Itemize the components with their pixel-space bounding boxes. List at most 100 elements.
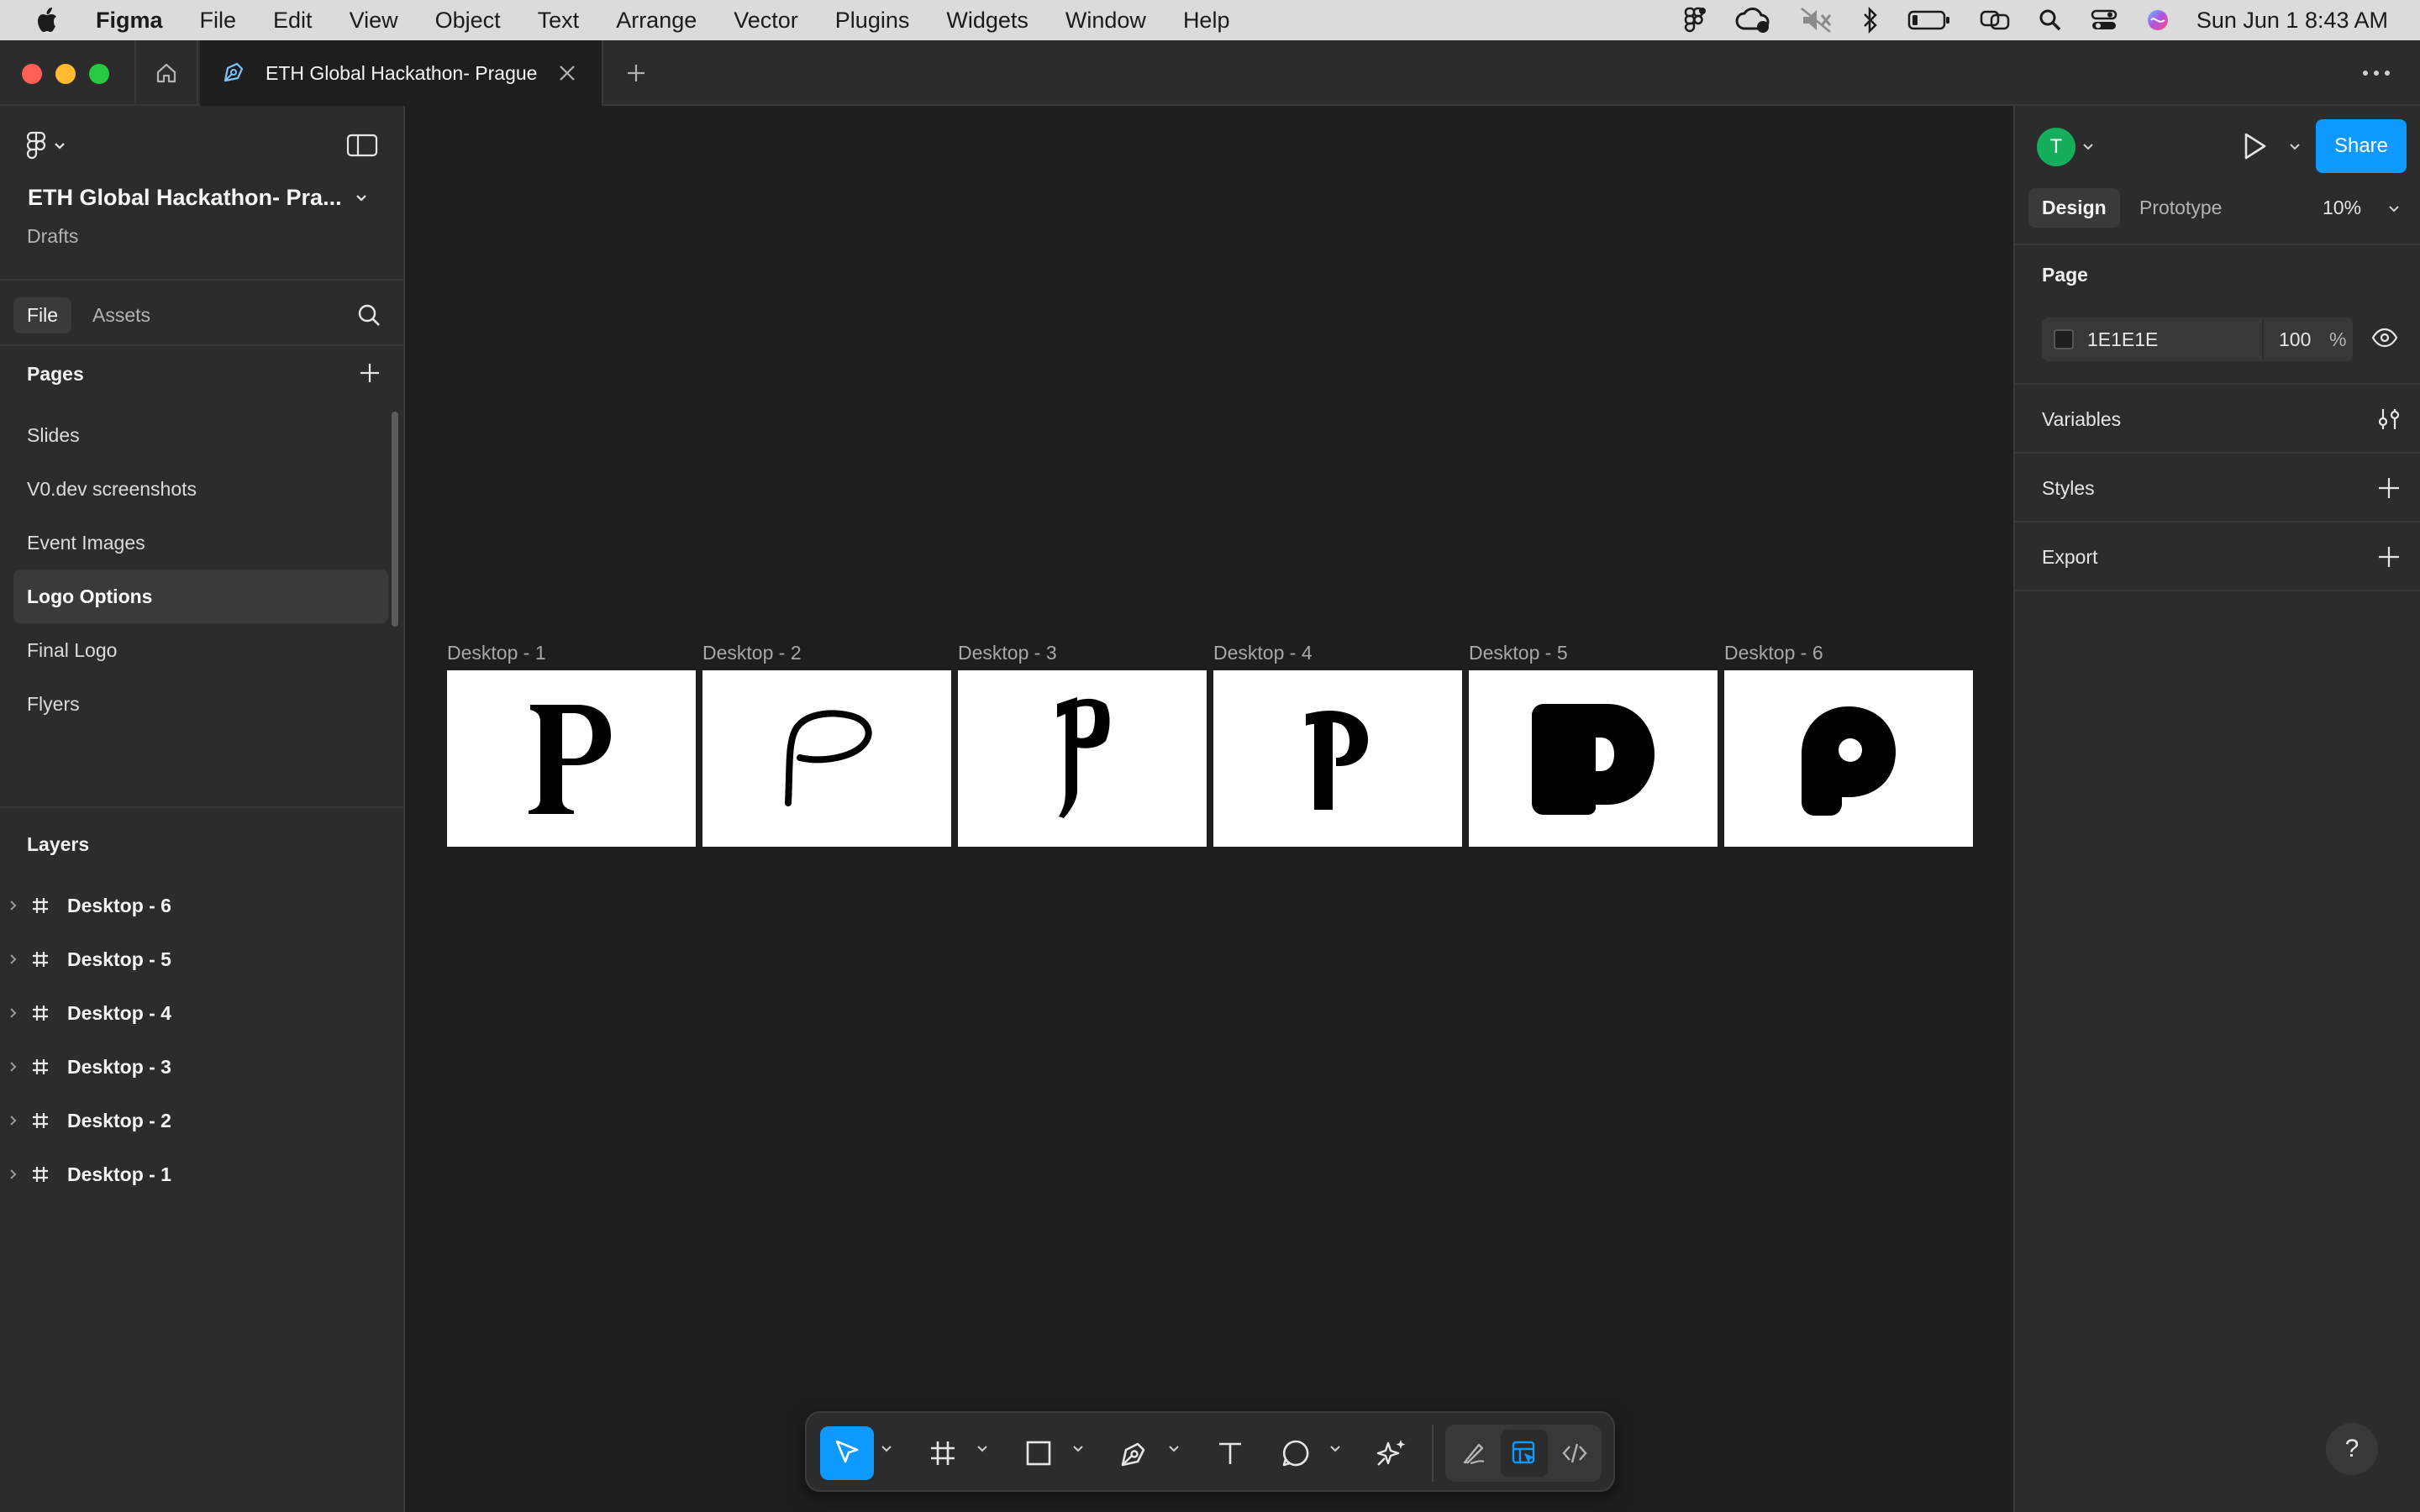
layer-row[interactable]: Desktop - 6 (0, 879, 403, 932)
spotlight-search-icon[interactable] (2039, 8, 2062, 32)
pen-tool-button[interactable] (1107, 1426, 1161, 1480)
add-export-icon[interactable] (2376, 544, 2402, 570)
chevron-down-icon[interactable] (2289, 143, 2301, 151)
tab-prototype[interactable]: Prototype (2139, 197, 2222, 219)
dev-mode-button[interactable] (1551, 1430, 1598, 1477)
comment-tool-chevron-icon[interactable] (1329, 1445, 1341, 1453)
frame-desktop-5[interactable] (1469, 670, 1718, 847)
menu-object[interactable]: Object (435, 8, 501, 34)
frame-label[interactable]: Desktop - 4 (1213, 642, 1313, 664)
apple-icon[interactable] (35, 5, 62, 35)
battery-icon[interactable] (1907, 8, 1951, 32)
bluetooth-icon[interactable] (1862, 7, 1879, 34)
tab-design[interactable]: Design (2028, 188, 2120, 228)
zoom-level[interactable]: 10% (2323, 197, 2361, 219)
figma-status-icon[interactable] (1684, 7, 1706, 34)
window-minimize-button[interactable] (55, 64, 76, 84)
menu-vector[interactable]: Vector (734, 8, 798, 34)
home-tab-button[interactable] (134, 40, 198, 106)
page-item[interactable]: Slides (13, 408, 388, 462)
layer-row[interactable]: Desktop - 5 (0, 932, 403, 986)
menu-edit[interactable]: Edit (273, 8, 313, 34)
page-item[interactable]: Flyers (13, 677, 388, 731)
move-tool-chevron-icon[interactable] (881, 1445, 892, 1453)
menu-help[interactable]: Help (1183, 8, 1230, 34)
page-item-active[interactable]: Logo Options (13, 570, 388, 623)
expand-chevron-icon[interactable] (0, 953, 27, 965)
window-zoom-button[interactable] (89, 64, 109, 84)
layer-row[interactable]: Desktop - 3 (0, 1040, 403, 1094)
menu-view[interactable]: View (350, 8, 398, 34)
toggle-sidebar-icon[interactable] (346, 133, 380, 158)
menu-arrange[interactable]: Arrange (616, 8, 697, 34)
tab-file[interactable]: File (13, 297, 72, 333)
frame-label[interactable]: Desktop - 3 (958, 642, 1057, 664)
menu-app-name[interactable]: Figma (96, 8, 163, 34)
layer-row[interactable]: Desktop - 4 (0, 986, 403, 1040)
creative-cloud-icon[interactable] (1734, 7, 1771, 34)
layer-row[interactable]: Desktop - 2 (0, 1094, 403, 1147)
menu-bar-clock[interactable]: Sun Jun 1 8:43 AM (2196, 8, 2388, 34)
comment-tool-button[interactable] (1269, 1426, 1323, 1480)
frame-desktop-3[interactable] (958, 670, 1207, 847)
close-tab-icon[interactable] (558, 64, 576, 82)
frame-label[interactable]: Desktop - 2 (702, 642, 802, 664)
layers-divider[interactable] (0, 806, 403, 808)
design-mode-button[interactable] (1501, 1430, 1548, 1477)
draw-mode-button[interactable] (1450, 1430, 1497, 1477)
variables-adjust-icon[interactable] (2376, 407, 2402, 432)
main-menu-button[interactable] (25, 131, 66, 161)
page-item[interactable]: V0.dev screenshots (13, 462, 388, 516)
chevron-down-icon[interactable] (2082, 143, 2094, 151)
page-opacity-value[interactable]: 100 (2279, 328, 2311, 351)
file-location[interactable]: Drafts (27, 225, 78, 248)
frame-tool-button[interactable] (916, 1426, 970, 1480)
chevron-down-icon[interactable] (355, 193, 368, 203)
frame-label[interactable]: Desktop - 5 (1469, 642, 1568, 664)
tab-assets[interactable]: Assets (92, 304, 150, 327)
help-button[interactable]: ? (2326, 1423, 2378, 1475)
search-icon[interactable] (356, 302, 381, 328)
page-color-hex[interactable]: 1E1E1E (2087, 328, 2158, 351)
expand-chevron-icon[interactable] (0, 1061, 27, 1073)
frame-desktop-4[interactable] (1213, 670, 1462, 847)
user-avatar[interactable]: T (2037, 128, 2075, 166)
screen-mirroring-icon[interactable] (1980, 8, 2010, 32)
more-options-button[interactable] (2358, 59, 2395, 87)
rectangle-tool-chevron-icon[interactable] (1072, 1445, 1084, 1453)
rectangle-tool-button[interactable] (1012, 1426, 1065, 1480)
menu-widgets[interactable]: Widgets (946, 8, 1028, 34)
menu-text[interactable]: Text (538, 8, 580, 34)
menu-file[interactable]: File (200, 8, 237, 34)
frame-desktop-2[interactable] (702, 670, 951, 847)
expand-chevron-icon[interactable] (0, 1115, 27, 1126)
frame-desktop-1[interactable] (447, 670, 696, 847)
siri-icon[interactable] (2146, 8, 2170, 32)
document-tab[interactable]: ETH Global Hackathon- Prague (200, 40, 603, 106)
expand-chevron-icon[interactable] (0, 1168, 27, 1180)
add-style-icon[interactable] (2376, 475, 2402, 501)
page-item[interactable]: Final Logo (13, 623, 388, 677)
frame-label[interactable]: Desktop - 1 (447, 642, 546, 664)
expand-chevron-icon[interactable] (0, 900, 27, 911)
add-page-icon[interactable] (358, 361, 381, 385)
frame-tool-chevron-icon[interactable] (976, 1445, 988, 1453)
window-close-button[interactable] (22, 64, 42, 84)
frame-desktop-6[interactable] (1724, 670, 1973, 847)
design-canvas[interactable]: Desktop - 1 Desktop - 2 Desktop - 3 Desk… (405, 106, 2013, 1512)
new-tab-button[interactable] (622, 59, 650, 87)
page-item[interactable]: Event Images (13, 516, 388, 570)
eye-icon[interactable] (2371, 328, 2398, 348)
pages-scrollbar[interactable] (392, 412, 398, 627)
frame-label[interactable]: Desktop - 6 (1724, 642, 1823, 664)
mute-icon[interactable] (1800, 7, 1833, 34)
actions-tool-button[interactable] (1365, 1426, 1418, 1480)
chevron-down-icon[interactable] (2388, 205, 2400, 213)
move-tool-button[interactable] (820, 1426, 874, 1480)
present-play-icon[interactable] (2242, 131, 2269, 161)
menu-window[interactable]: Window (1065, 8, 1146, 34)
menu-plugins[interactable]: Plugins (835, 8, 910, 34)
file-name[interactable]: ETH Global Hackathon- Pra... (28, 185, 342, 211)
page-color-field[interactable]: 1E1E1E 100 % (2042, 318, 2353, 361)
color-swatch[interactable] (2054, 329, 2074, 349)
